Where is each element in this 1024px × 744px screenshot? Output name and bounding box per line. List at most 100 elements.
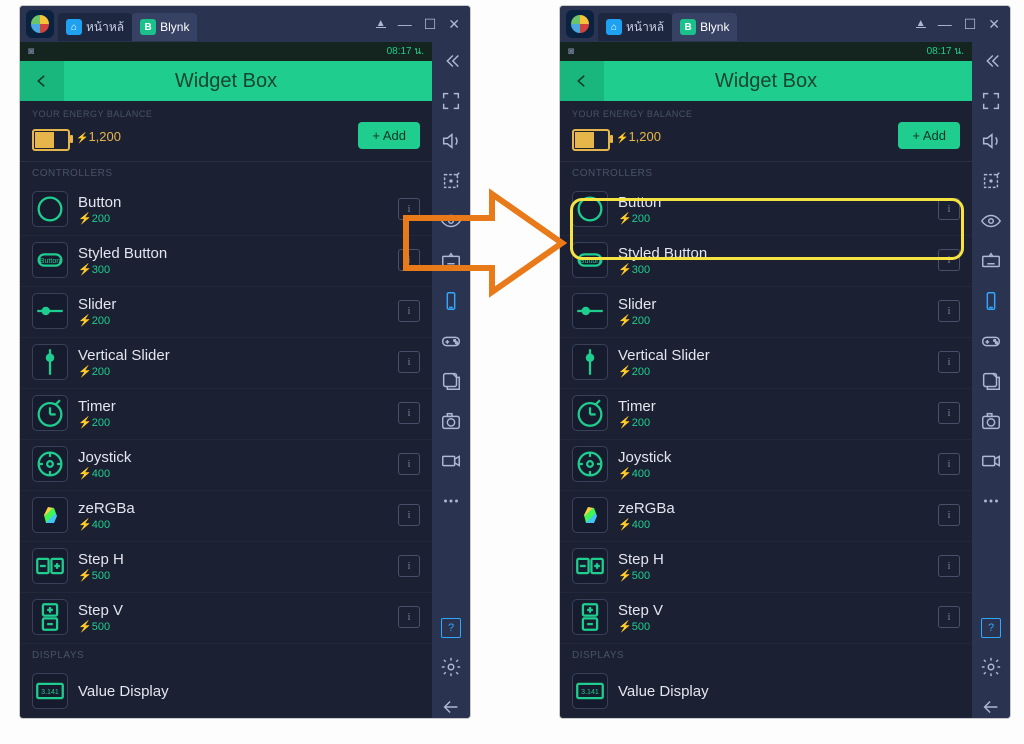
gamepad-icon[interactable] bbox=[980, 330, 1002, 352]
phone-icon[interactable] bbox=[440, 290, 462, 312]
widget-name: Styled Button bbox=[618, 245, 707, 262]
keyboard-icon[interactable] bbox=[980, 250, 1002, 272]
bluestacks-logo[interactable] bbox=[26, 10, 54, 38]
record-icon[interactable] bbox=[980, 450, 1002, 472]
back-icon[interactable] bbox=[440, 696, 462, 718]
widget-name: Button bbox=[78, 194, 121, 211]
tab-home[interactable]: ⌂ หน้าหล้ bbox=[598, 13, 672, 41]
window-controls: ▲ — ☐ ✕ bbox=[916, 16, 1010, 33]
eject-icon[interactable]: ▲ bbox=[376, 21, 386, 28]
widget-item-value-display[interactable]: 3.141 Value Display bbox=[560, 667, 972, 718]
back-button[interactable] bbox=[560, 61, 604, 101]
close-button[interactable]: ✕ bbox=[448, 16, 460, 33]
widget-item-value-display[interactable]: 3.141 Value Display bbox=[20, 667, 432, 718]
keyboard-icon[interactable] bbox=[440, 250, 462, 272]
camera-icon[interactable] bbox=[980, 410, 1002, 432]
widget-item-joystick[interactable]: Joystick ⚡400 i bbox=[20, 440, 432, 491]
info-button[interactable]: i bbox=[938, 606, 960, 628]
record-icon[interactable] bbox=[440, 450, 462, 472]
widget-item-step-v[interactable]: Step V ⚡500 i bbox=[20, 593, 432, 644]
widget-item-joystick[interactable]: Joystick ⚡400 i bbox=[560, 440, 972, 491]
widget-item-styled-button[interactable]: Button Styled Button ⚡300 i bbox=[560, 236, 972, 287]
info-button[interactable]: i bbox=[938, 453, 960, 475]
info-button[interactable]: i bbox=[398, 351, 420, 373]
gamepad-icon[interactable] bbox=[440, 330, 462, 352]
info-button[interactable]: i bbox=[938, 504, 960, 526]
tab-home[interactable]: ⌂ หน้าหล้ bbox=[58, 13, 132, 41]
widget-item-zergba[interactable]: zeRGBa ⚡400 i bbox=[560, 491, 972, 542]
info-button[interactable]: i bbox=[398, 504, 420, 526]
widget-item-vertical-slider[interactable]: Vertical Slider ⚡200 i bbox=[560, 338, 972, 389]
vslider-icon bbox=[572, 344, 608, 380]
widget-name: Value Display bbox=[78, 683, 169, 700]
widget-item-slider[interactable]: Slider ⚡200 i bbox=[560, 287, 972, 338]
tab-blynk[interactable]: B Blynk bbox=[132, 13, 197, 41]
volume-icon[interactable] bbox=[440, 130, 462, 152]
info-button[interactable]: i bbox=[398, 606, 420, 628]
widget-cost: ⚡400 bbox=[618, 518, 675, 531]
eye-icon[interactable] bbox=[440, 210, 462, 232]
widget-item-step-h[interactable]: Step H ⚡500 i bbox=[560, 542, 972, 593]
settings-icon[interactable] bbox=[980, 656, 1002, 678]
location-icon[interactable] bbox=[440, 170, 462, 192]
maximize-button[interactable]: ☐ bbox=[424, 16, 437, 33]
back-button[interactable] bbox=[20, 61, 64, 101]
fullscreen-icon[interactable] bbox=[440, 90, 462, 112]
bluestacks-logo[interactable] bbox=[566, 10, 594, 38]
back-icon[interactable] bbox=[980, 696, 1002, 718]
widget-item-button[interactable]: Button ⚡200 i bbox=[560, 185, 972, 236]
widget-item-button[interactable]: Button ⚡200 i bbox=[20, 185, 432, 236]
share-icon[interactable] bbox=[980, 370, 1002, 392]
info-button[interactable]: i bbox=[398, 198, 420, 220]
more-icon[interactable] bbox=[440, 490, 462, 512]
widget-item-step-h[interactable]: Step H ⚡500 i bbox=[20, 542, 432, 593]
add-energy-button[interactable]: + Add bbox=[358, 122, 420, 149]
widget-cost: ⚡400 bbox=[78, 467, 131, 480]
tab-blynk[interactable]: B Blynk bbox=[672, 13, 737, 41]
circle-icon bbox=[572, 191, 608, 227]
phone-icon[interactable] bbox=[980, 290, 1002, 312]
tab-blynk-label: Blynk bbox=[160, 20, 189, 34]
section-displays: DISPLAYS bbox=[560, 644, 972, 667]
add-energy-button[interactable]: + Add bbox=[898, 122, 960, 149]
collapse-icon[interactable] bbox=[440, 50, 462, 72]
minimize-button[interactable]: — bbox=[398, 16, 412, 32]
collapse-icon[interactable] bbox=[980, 50, 1002, 72]
minimize-button[interactable]: — bbox=[938, 16, 952, 32]
widget-item-vertical-slider[interactable]: Vertical Slider ⚡200 i bbox=[20, 338, 432, 389]
widget-cost: ⚡500 bbox=[618, 569, 664, 582]
volume-icon[interactable] bbox=[980, 130, 1002, 152]
info-button[interactable]: i bbox=[398, 300, 420, 322]
info-button[interactable]: i bbox=[398, 453, 420, 475]
widget-item-slider[interactable]: Slider ⚡200 i bbox=[20, 287, 432, 338]
fullscreen-icon[interactable] bbox=[980, 90, 1002, 112]
widget-item-timer[interactable]: Timer ⚡200 i bbox=[20, 389, 432, 440]
eye-icon[interactable] bbox=[980, 210, 1002, 232]
widget-item-timer[interactable]: Timer ⚡200 i bbox=[560, 389, 972, 440]
help-icon[interactable]: ? bbox=[441, 618, 461, 638]
more-icon[interactable] bbox=[980, 490, 1002, 512]
info-button[interactable]: i bbox=[938, 300, 960, 322]
widget-item-step-v[interactable]: Step V ⚡500 i bbox=[560, 593, 972, 644]
widget-name: zeRGBa bbox=[78, 500, 135, 517]
help-icon[interactable]: ? bbox=[981, 618, 1001, 638]
widget-cost: ⚡300 bbox=[618, 263, 707, 276]
titlebar: ⌂ หน้าหล้ B Blynk ▲ — ☐ ✕ bbox=[560, 6, 1010, 42]
info-button[interactable]: i bbox=[938, 249, 960, 271]
location-icon[interactable] bbox=[980, 170, 1002, 192]
info-button[interactable]: i bbox=[938, 351, 960, 373]
camera-icon[interactable] bbox=[440, 410, 462, 432]
widget-item-styled-button[interactable]: Button Styled Button ⚡300 i bbox=[20, 236, 432, 287]
share-icon[interactable] bbox=[440, 370, 462, 392]
close-button[interactable]: ✕ bbox=[988, 16, 1000, 33]
info-button[interactable]: i bbox=[398, 249, 420, 271]
info-button[interactable]: i bbox=[938, 555, 960, 577]
maximize-button[interactable]: ☐ bbox=[964, 16, 977, 33]
info-button[interactable]: i bbox=[938, 198, 960, 220]
eject-icon[interactable]: ▲ bbox=[916, 21, 926, 28]
widget-item-zergba[interactable]: zeRGBa ⚡400 i bbox=[20, 491, 432, 542]
info-button[interactable]: i bbox=[398, 555, 420, 577]
info-button[interactable]: i bbox=[398, 402, 420, 424]
info-button[interactable]: i bbox=[938, 402, 960, 424]
settings-icon[interactable] bbox=[440, 656, 462, 678]
